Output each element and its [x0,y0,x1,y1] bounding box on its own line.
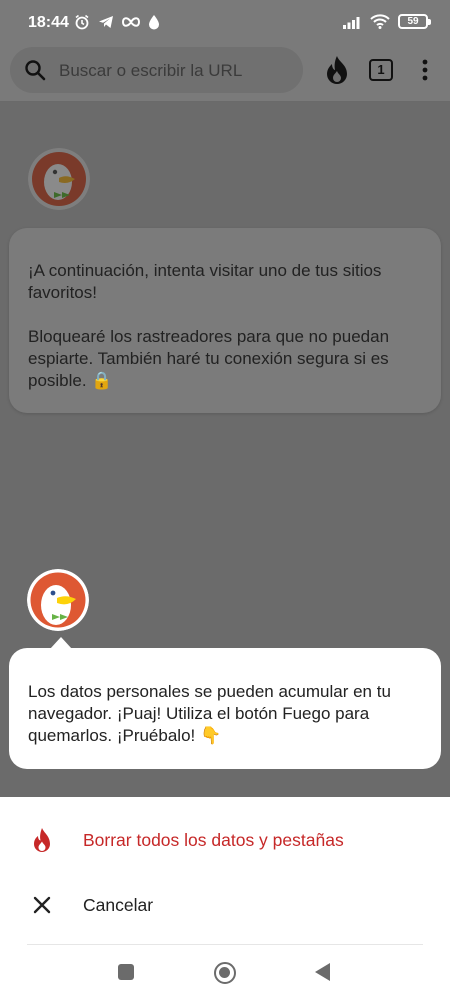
duckduckgo-logo-icon [28,148,90,210]
drop-icon [149,15,159,30]
browser-toolbar: Buscar o escribir la URL 1 [0,46,450,102]
current-message: Los datos personales se pueden acumular … [28,682,391,745]
close-icon [33,896,51,914]
system-nav-bar [0,946,450,1000]
alarm-icon [75,14,89,30]
wifi-icon [370,14,390,29]
sheet-divider [27,944,423,945]
current-onboarding-bubble: Los datos personales se pueden acumular … [9,637,441,769]
infinity-icon [122,17,140,27]
battery-icon: 59 [398,14,431,29]
recents-icon[interactable] [118,964,134,980]
fire-icon [34,828,50,852]
previous-message-paragraph-2: Bloquearé los rastreadores para que no p… [28,327,390,390]
previous-message-paragraph-1: ¡A continuación, intenta visitar uno de … [28,261,382,302]
tab-count: 1 [377,62,385,77]
fire-button-icon[interactable] [322,54,352,86]
battery-level: 59 [407,16,419,27]
search-bar[interactable]: Buscar o escribir la URL [10,47,303,93]
telegram-icon [99,16,113,28]
overflow-menu-icon[interactable] [418,58,432,82]
cancel-label: Cancelar [83,895,154,915]
duckduckgo-logo-icon [27,569,89,631]
status-time: 18:44 [28,14,69,31]
cancel-button[interactable]: Cancelar [0,875,450,935]
previous-onboarding-bubble: ¡A continuación, intenta visitar uno de … [9,228,441,413]
tab-switcher-button[interactable]: 1 [369,59,393,81]
clear-all-data-label: Borrar todos los datos y pestañas [83,830,344,850]
signal-icon [343,16,360,29]
back-icon[interactable] [315,963,330,981]
search-placeholder: Buscar o escribir la URL [59,61,243,80]
clear-all-data-button[interactable]: Borrar todos los datos y pestañas [0,810,450,870]
search-icon [25,60,46,81]
home-icon[interactable] [214,962,236,984]
status-bar: 18:44 59 [0,0,450,46]
